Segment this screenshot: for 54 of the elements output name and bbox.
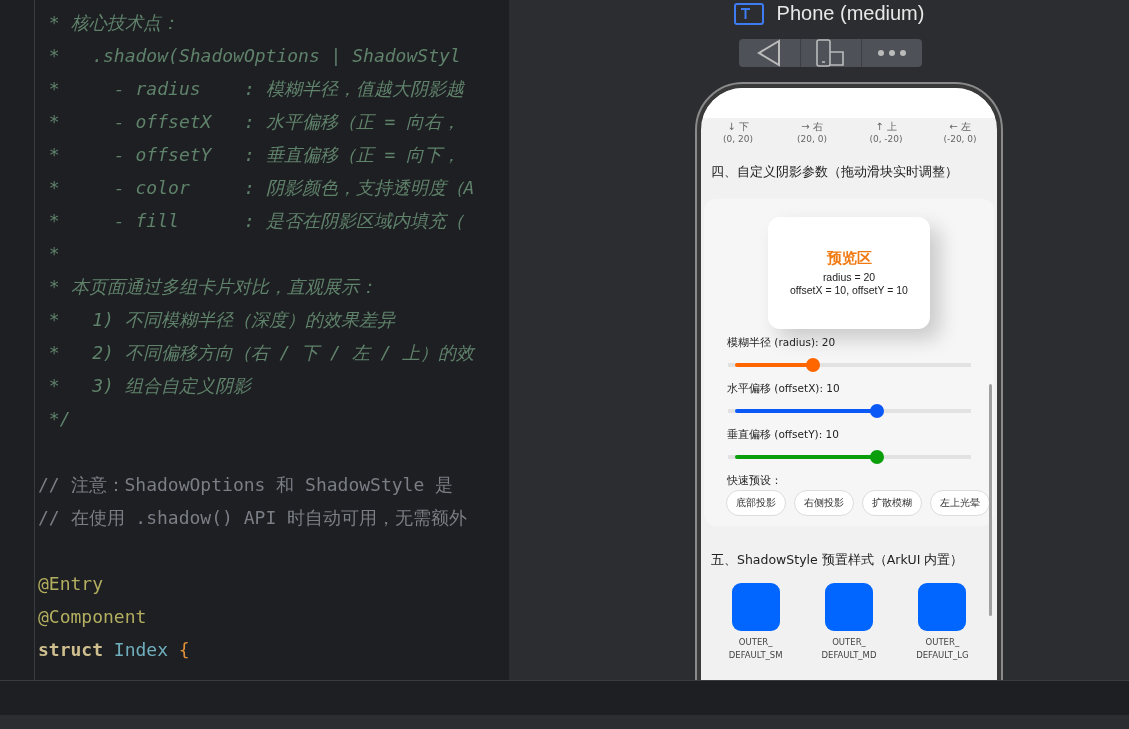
offset-value: (20, 0) bbox=[797, 133, 827, 145]
device-name: Phone (medium) bbox=[776, 2, 925, 25]
code-line: struct Index { bbox=[38, 638, 191, 662]
shadow-sample bbox=[731, 583, 780, 631]
shadow-sample bbox=[918, 583, 967, 631]
slider-thumb[interactable] bbox=[869, 404, 884, 418]
rotate-device-icon bbox=[814, 39, 847, 67]
direction-label: ↑ 上 bbox=[875, 120, 897, 133]
code-line: // 注意：ShadowOptions 和 ShadowStyle 是 bbox=[38, 473, 455, 497]
section-title: 四、自定义阴影参数（拖动滑块实时调整） bbox=[711, 164, 959, 181]
slider-label: 水平偏移 (offsetX): 10 bbox=[727, 381, 841, 395]
code-line: */ bbox=[47, 407, 72, 431]
scrollbar[interactable] bbox=[989, 384, 992, 616]
code-line: * 3) 组合自定义阴影 bbox=[47, 374, 254, 398]
offset-value: (0, 20) bbox=[723, 133, 753, 145]
direction-label: ↓ 下 bbox=[727, 120, 749, 133]
code-line: * .shadow(ShadowOptions | ShadowStyl bbox=[47, 44, 462, 68]
preview-text: radius = 20 bbox=[822, 271, 876, 284]
code-line: @Entry bbox=[38, 572, 105, 596]
code-line: * bbox=[47, 242, 61, 266]
direction-label: ← 左 bbox=[949, 120, 971, 133]
more-icon bbox=[876, 49, 907, 57]
code-line: * 2) 不同偏移方向（右 / 下 / 左 / 上）的效 bbox=[47, 341, 475, 365]
back-triangle-icon bbox=[756, 39, 782, 67]
preview-title: 预览区 bbox=[826, 249, 872, 268]
offset-value: (0, -20) bbox=[869, 133, 903, 145]
code-line: * - color : 阴影颜色，支持透明度（A bbox=[47, 176, 475, 200]
slider-label: 垂直偏移 (offsetY): 10 bbox=[727, 427, 840, 441]
slider-thumb[interactable] bbox=[805, 358, 820, 372]
presets-label: 快速预设： bbox=[727, 473, 783, 487]
preset-button[interactable]: 左上光晕 bbox=[930, 490, 990, 516]
preview-text: offsetX = 10, offsetY = 10 bbox=[790, 284, 908, 297]
style-name: OUTER_ DEFAULT_MD bbox=[821, 636, 877, 662]
code-line: * 1) 不同模糊半径（深度）的效果差异 bbox=[47, 308, 397, 332]
offset-value: (-20, 0) bbox=[943, 133, 977, 145]
style-name: OUTER_ DEFAULT_LG bbox=[916, 636, 969, 662]
code-line: * 本页面通过多组卡片对比，直观展示： bbox=[47, 275, 378, 299]
shadow-sample bbox=[825, 583, 873, 631]
code-line: // 在使用 .shadow() API 时自动可用，无需额外 bbox=[38, 506, 469, 530]
section-title: 五、ShadowStyle 预置样式（ArkUI 内置） bbox=[711, 552, 965, 569]
code-line: * - fill : 是否在阴影区域内填充（ bbox=[47, 209, 465, 233]
code-line: * - offsetX : 水平偏移（正 = 向右， bbox=[47, 110, 462, 134]
preset-button[interactable]: 扩散模糊 bbox=[862, 490, 922, 516]
code-line: * - radius : 模糊半径，值越大阴影越 bbox=[47, 77, 466, 101]
text-device-icon bbox=[733, 2, 764, 25]
preset-button[interactable]: 右侧投影 bbox=[794, 490, 854, 516]
slider-thumb[interactable] bbox=[869, 450, 884, 464]
code-line: * 核心技术点： bbox=[47, 11, 180, 35]
style-name: OUTER_ DEFAULT_SM bbox=[728, 636, 783, 662]
direction-label: → 右 bbox=[801, 120, 823, 133]
code-line: * - offsetY : 垂直偏移（正 = 向下， bbox=[47, 143, 462, 167]
preset-button[interactable]: 底部投影 bbox=[726, 490, 786, 516]
code-line: @Component bbox=[38, 605, 148, 629]
slider-label: 模糊半径 (radius): 20 bbox=[727, 335, 837, 349]
